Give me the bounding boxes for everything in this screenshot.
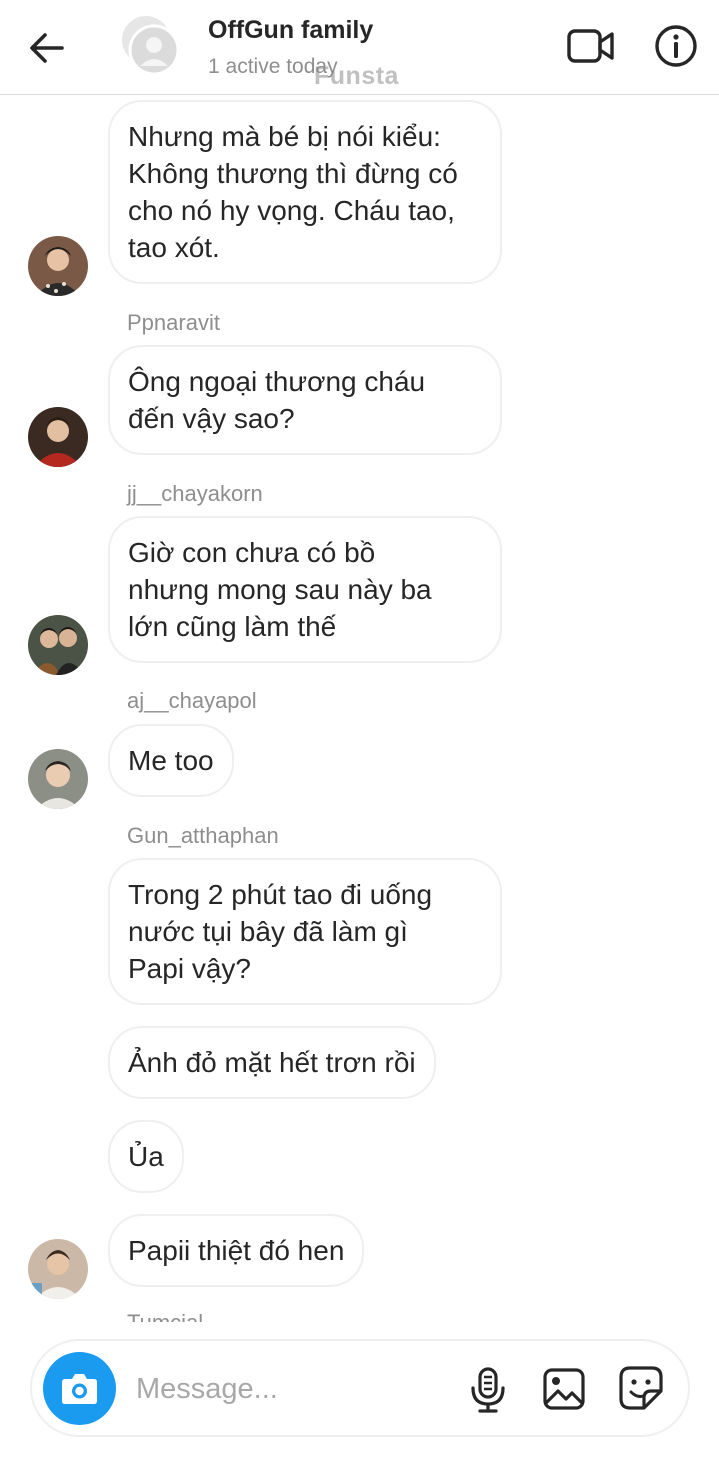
avatar[interactable] xyxy=(28,236,88,296)
message-bubble[interactable]: Trong 2 phút tao đi uống nước tụi bây đã… xyxy=(108,858,502,1005)
microphone-icon xyxy=(471,1367,505,1413)
sender-name: jj__chayakorn xyxy=(127,481,263,506)
arrow-left-icon xyxy=(30,33,64,63)
avatar[interactable] xyxy=(28,1239,88,1299)
chat-title[interactable]: OffGun family xyxy=(208,16,373,45)
info-button[interactable] xyxy=(654,24,698,68)
video-call-button[interactable] xyxy=(566,26,616,66)
message-bubble[interactable]: Ảnh đỏ mặt hết trơn rồi xyxy=(108,1026,436,1099)
microphone-button[interactable] xyxy=(468,1367,508,1413)
gallery-button[interactable] xyxy=(542,1367,586,1411)
sticker-icon xyxy=(619,1366,663,1410)
chat-header: OffGun family 1 active today Funsta xyxy=(0,0,719,95)
message-bubble[interactable]: Ủa xyxy=(108,1120,184,1193)
sender-name: Gun_atthaphan xyxy=(127,823,279,848)
message-bubble[interactable]: Me too xyxy=(108,724,234,797)
message-input[interactable] xyxy=(136,1365,456,1413)
message-bubble[interactable]: Giờ con chưa có bồ nhưng mong sau này ba… xyxy=(108,516,502,663)
message-thread[interactable]: Nhưng mà bé bị nói kiểu: Không thương th… xyxy=(0,96,719,1322)
message-composer xyxy=(30,1339,690,1437)
info-icon xyxy=(655,25,697,67)
video-call-icon xyxy=(567,29,614,63)
avatar[interactable] xyxy=(28,615,88,675)
sticker-button[interactable] xyxy=(618,1365,664,1411)
group-avatar[interactable] xyxy=(116,14,180,78)
message-bubble[interactable]: Nhưng mà bé bị nói kiểu: Không thương th… xyxy=(108,100,502,284)
watermark: Funsta xyxy=(314,62,399,90)
camera-button[interactable] xyxy=(43,1352,116,1425)
back-button[interactable] xyxy=(26,28,68,68)
camera-icon xyxy=(62,1374,97,1404)
avatar[interactable] xyxy=(28,407,88,467)
message-bubble[interactable]: Ông ngoại thương cháu đến vậy sao? xyxy=(108,345,502,455)
sender-name: aj__chayapol xyxy=(127,688,257,713)
message-bubble[interactable]: Papii thiệt đó hen xyxy=(108,1214,365,1287)
avatar[interactable] xyxy=(28,749,88,809)
image-icon xyxy=(543,1368,585,1410)
sender-name: Tumcial xyxy=(127,1310,203,1322)
sender-name: Ppnaravit xyxy=(127,310,220,335)
